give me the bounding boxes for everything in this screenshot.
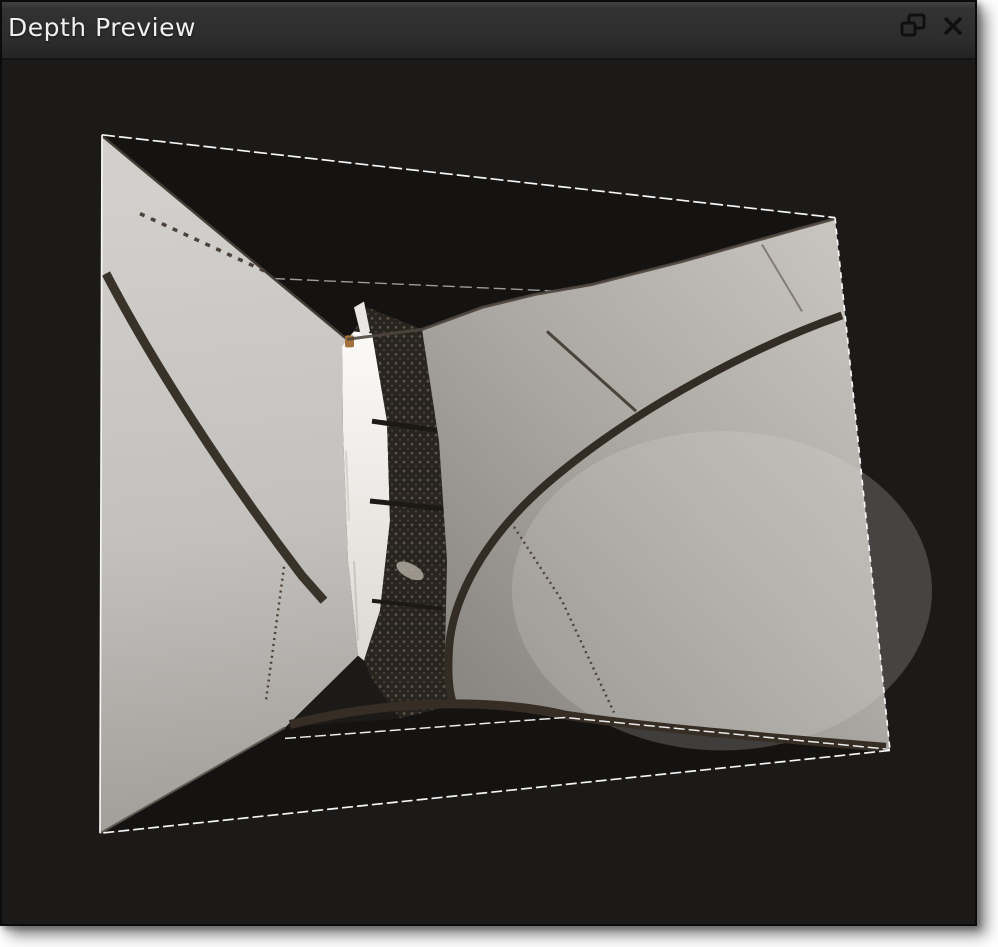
window-controls (897, 10, 969, 42)
float-panel-button[interactable] (897, 10, 929, 42)
panel-title: Depth Preview (8, 13, 196, 43)
panel-titlebar[interactable]: Depth Preview (2, 2, 975, 60)
restore-icon (898, 11, 928, 41)
close-panel-button[interactable] (937, 10, 969, 42)
close-icon (938, 11, 968, 41)
depth-preview-canvas (2, 60, 975, 924)
depth-preview-viewport[interactable] (2, 60, 975, 924)
depth-preview-panel: Depth Preview (0, 0, 977, 926)
